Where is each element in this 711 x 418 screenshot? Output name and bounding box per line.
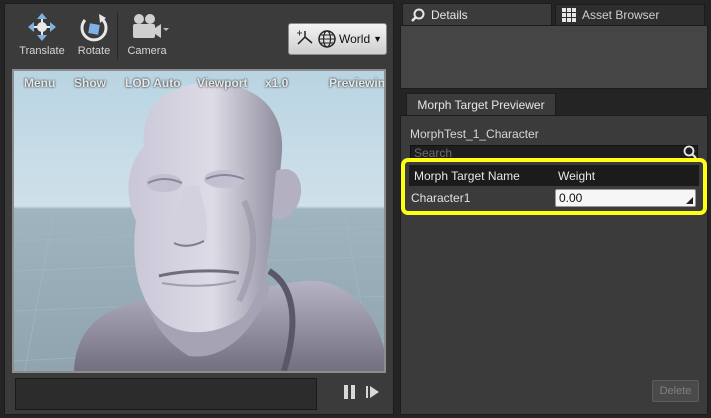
tab-asset-browser[interactable]: Asset Browser [555, 4, 705, 25]
character-head-preview [14, 82, 384, 371]
camera-label: Camera [127, 45, 167, 57]
rotate-label: Rotate [77, 45, 111, 57]
coordinate-space-icon [297, 30, 313, 45]
camera-icon [133, 14, 169, 38]
delete-button[interactable]: Delete [652, 380, 699, 402]
tab-morph-label: Morph Target Previewer [417, 97, 545, 112]
tab-morph-target-previewer[interactable]: Morph Target Previewer [406, 93, 556, 115]
tab-details[interactable]: Details [402, 3, 552, 25]
translate-icon [28, 13, 56, 41]
chevron-down-icon: ▼ [373, 34, 383, 44]
coordinate-space-button[interactable]: World ▼ [288, 23, 387, 55]
viewport-menu-previewing[interactable]: Previewin [329, 76, 384, 90]
viewport-panel: Translate Rotate Camera World ▼ Menu Sho… [4, 3, 394, 415]
tab-asset-browser-label: Asset Browser [582, 8, 660, 22]
search-icon[interactable] [683, 145, 697, 159]
globe-icon [318, 30, 336, 48]
tab-details-label: Details [431, 7, 468, 22]
viewport-menu-menu[interactable]: Menu [24, 76, 55, 90]
viewport-menu-speed[interactable]: x1.0 [265, 76, 288, 90]
animation-scrub-bar[interactable] [15, 378, 317, 410]
translate-button[interactable]: Translate [17, 10, 67, 64]
viewport-menu-viewport[interactable]: Viewport [197, 76, 247, 90]
viewport-menu-show[interactable]: Show [74, 76, 106, 90]
rotate-icon [80, 14, 108, 42]
search-icon [411, 8, 425, 22]
translate-label: Translate [19, 45, 65, 57]
play-icon[interactable] [365, 383, 381, 401]
viewport-toolbar: Translate Rotate Camera World ▼ [5, 4, 393, 66]
highlight-box [401, 158, 707, 215]
camera-button[interactable]: Camera [117, 10, 177, 64]
grid-icon [562, 8, 576, 22]
rotate-button[interactable]: Rotate [69, 10, 119, 64]
pause-icon[interactable] [342, 383, 358, 401]
viewport-menu-bar: Menu Show LOD Auto Viewport x1.0 Preview… [14, 71, 384, 95]
world-label: World [339, 32, 371, 46]
asset-name: MorphTest_1_Character [410, 127, 539, 141]
viewport-menu-lod[interactable]: LOD Auto [125, 76, 181, 90]
details-panel [400, 25, 708, 89]
3d-viewport[interactable]: Menu Show LOD Auto Viewport x1.0 Preview… [12, 69, 386, 373]
